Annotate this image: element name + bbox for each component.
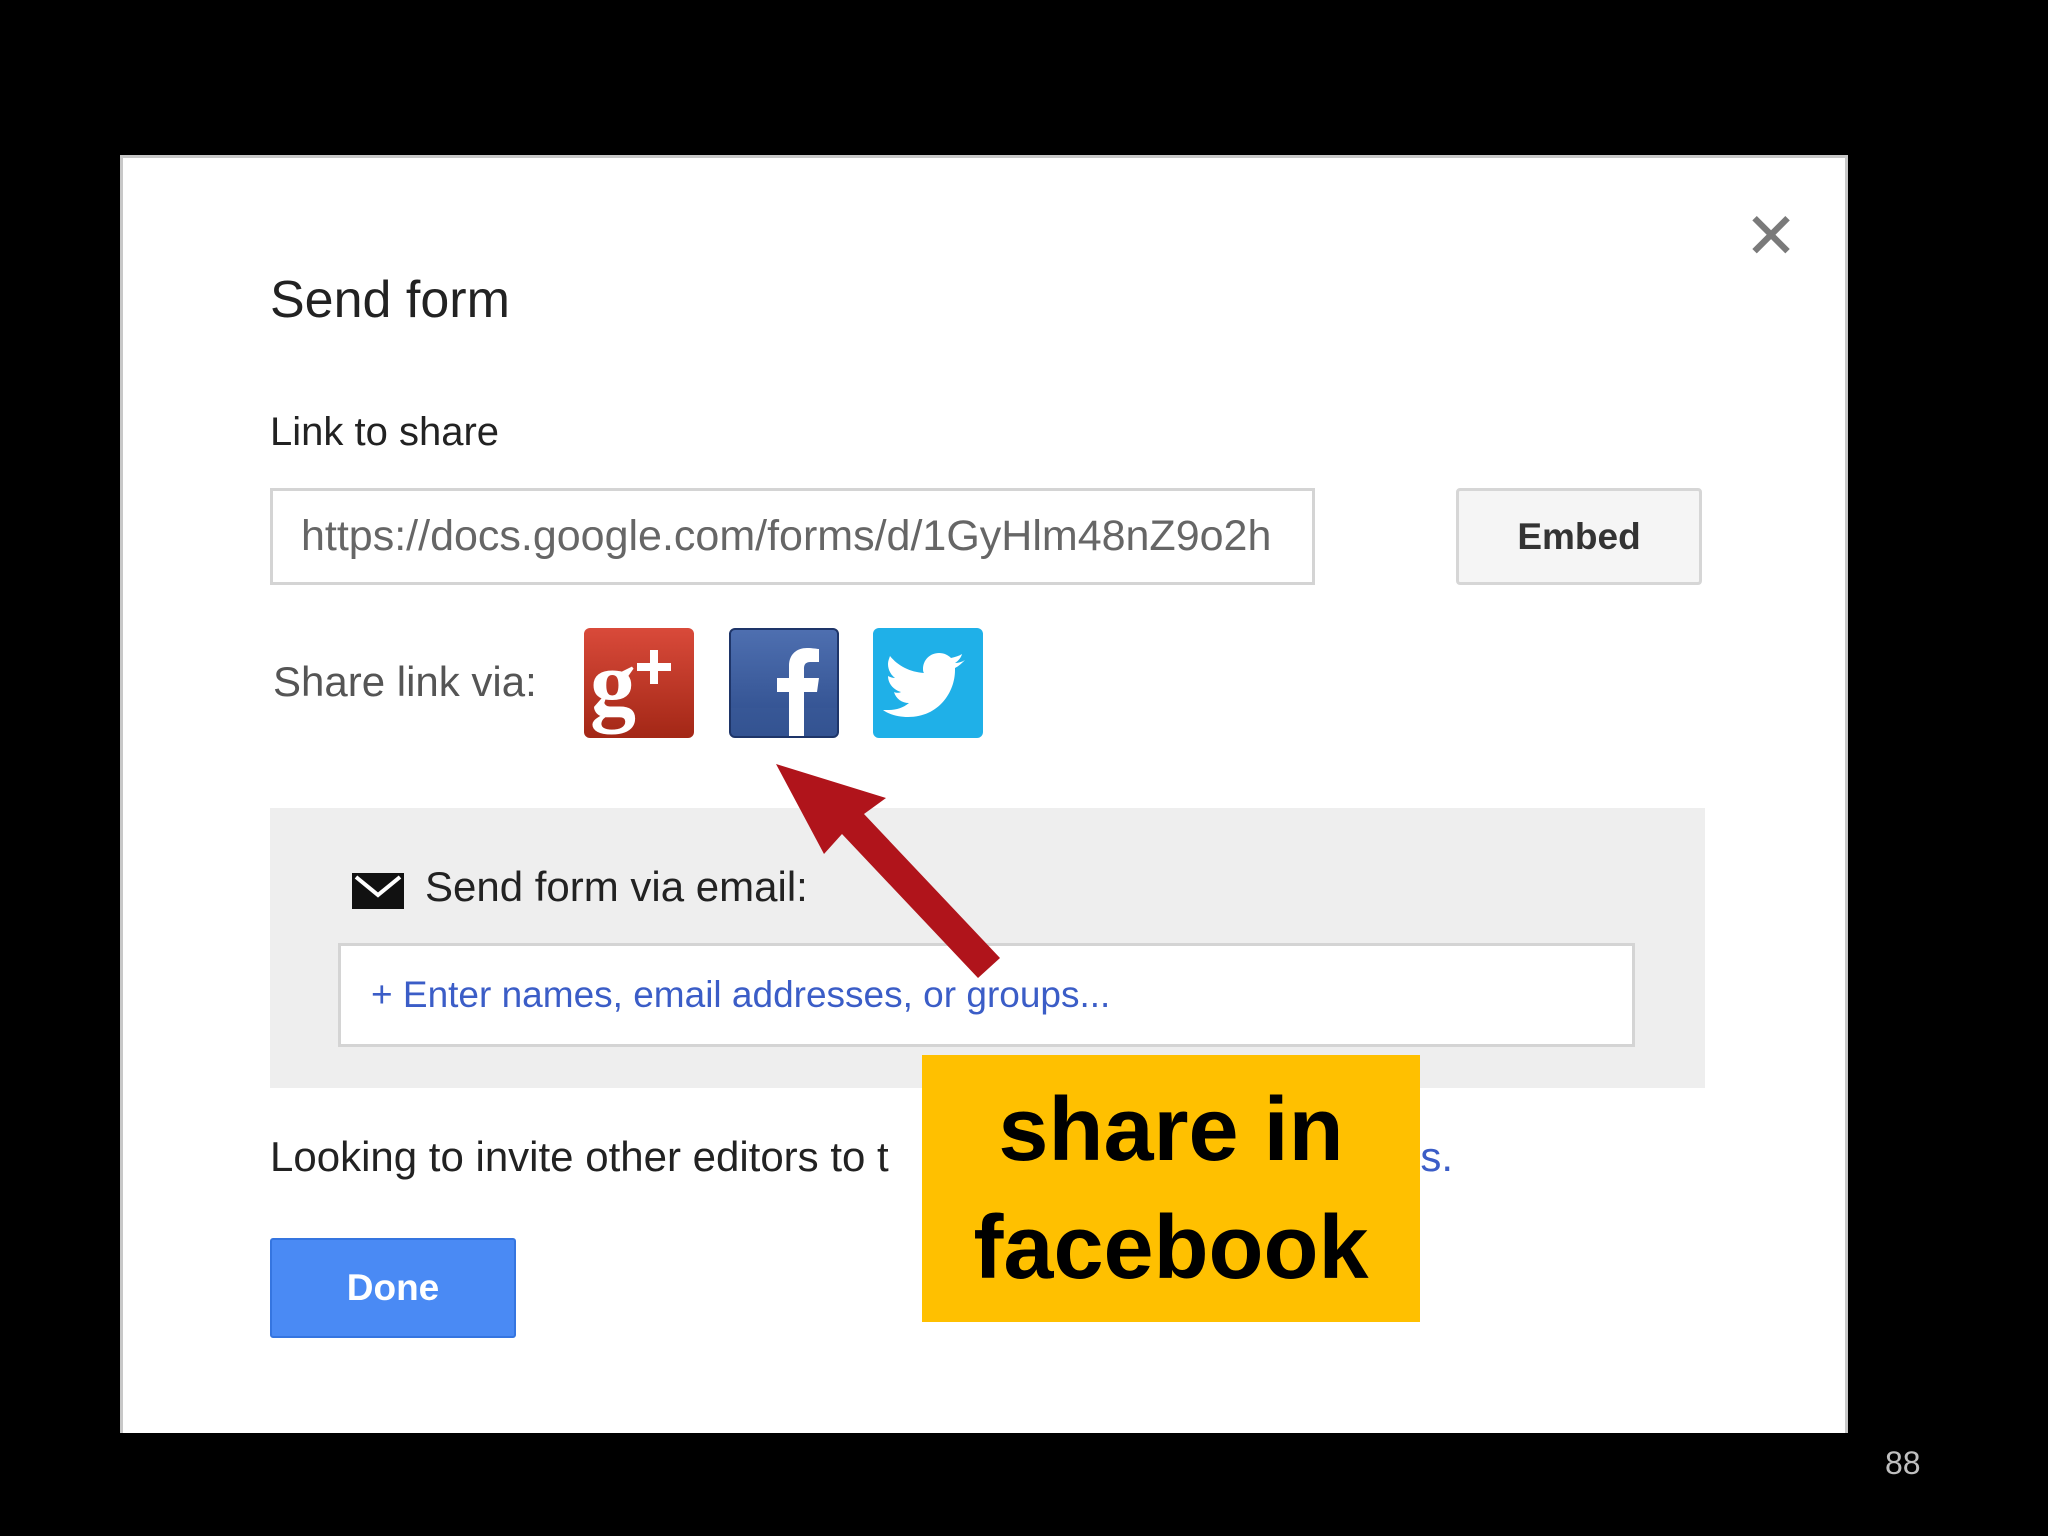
link-label: Link to share [270,410,500,454]
google-plus-icon[interactable]: g [584,628,694,738]
mail-icon [352,873,404,909]
facebook-icon[interactable] [729,628,839,738]
done-button[interactable]: Done [270,1238,516,1338]
annotation-arrow [776,764,1000,978]
embed-button[interactable]: Embed [1456,488,1702,585]
share-link-field[interactable]: https://docs.google.com/forms/d/1GyHlm48… [270,488,1315,585]
dialog-title: Send form [270,271,510,329]
svg-text:g: g [590,632,636,734]
twitter-icon[interactable] [873,628,983,738]
invite-editors-text: Looking to invite other editors to t [270,1133,889,1180]
annotation-callout: share in facebook [922,1055,1420,1322]
email-section-label: Send form via email: [425,863,808,910]
callout-line-1: share in [998,1079,1344,1180]
close-icon[interactable]: ✕ [1743,204,1799,268]
share-via-label: Share link via: [273,658,537,705]
callout-line-2: facebook [973,1197,1369,1298]
slide-page-number: 88 [1885,1445,1921,1481]
